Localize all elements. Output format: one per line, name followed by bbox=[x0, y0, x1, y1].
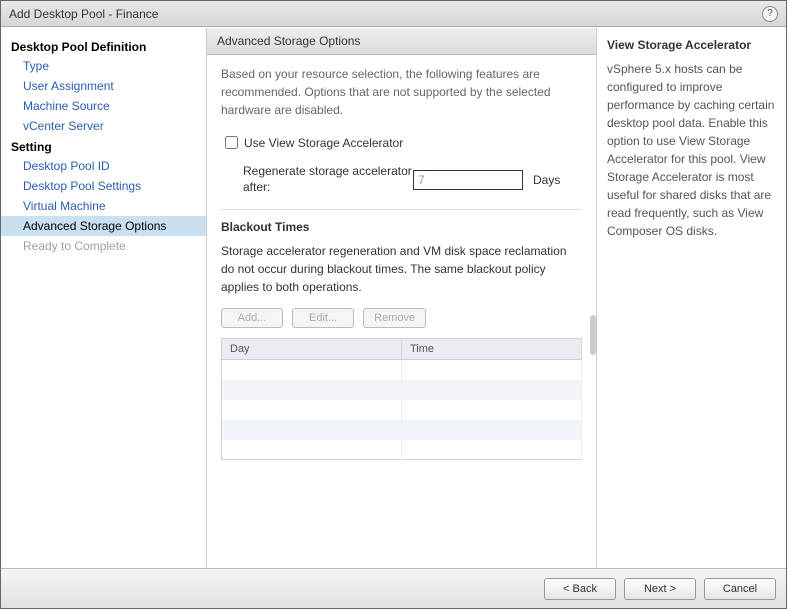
blackout-add-button[interactable]: Add... bbox=[221, 308, 283, 328]
table-row bbox=[222, 400, 582, 420]
blackout-col-time[interactable]: Time bbox=[402, 339, 582, 360]
regenerate-unit: Days bbox=[533, 173, 560, 187]
center-content: Based on your resource selection, the fo… bbox=[207, 55, 596, 568]
separator bbox=[221, 209, 582, 210]
table-row bbox=[222, 440, 582, 460]
info-panel: View Storage Accelerator vSphere 5.x hos… bbox=[596, 28, 786, 568]
intro-text: Based on your resource selection, the fo… bbox=[221, 65, 582, 119]
back-button[interactable]: < Back bbox=[544, 578, 616, 600]
sidebar-item-virtual-machine[interactable]: Virtual Machine bbox=[1, 196, 206, 216]
use-view-storage-accelerator-checkbox[interactable] bbox=[225, 136, 238, 149]
main-area: Advanced Storage Options Based on your r… bbox=[206, 28, 786, 568]
sidebar-item-ready-to-complete: Ready to Complete bbox=[1, 236, 206, 256]
center-column: Advanced Storage Options Based on your r… bbox=[207, 28, 596, 568]
cancel-button[interactable]: Cancel bbox=[704, 578, 776, 600]
footer: < Back Next > Cancel bbox=[1, 568, 786, 608]
use-view-storage-accelerator-label: Use View Storage Accelerator bbox=[244, 136, 403, 150]
blackout-desc: Storage accelerator regeneration and VM … bbox=[221, 242, 582, 296]
help-icon[interactable]: ? bbox=[762, 6, 778, 22]
use-view-storage-accelerator-row[interactable]: Use View Storage Accelerator bbox=[221, 133, 582, 152]
sidebar-item-user-assignment[interactable]: User Assignment bbox=[1, 76, 206, 96]
window-title: Add Desktop Pool - Finance bbox=[9, 7, 762, 21]
table-row bbox=[222, 360, 582, 380]
blackout-button-row: Add... Edit... Remove bbox=[221, 308, 582, 328]
regenerate-days-input[interactable] bbox=[413, 170, 523, 190]
sidebar-item-type[interactable]: Type bbox=[1, 56, 206, 76]
sidebar-item-machine-source[interactable]: Machine Source bbox=[1, 96, 206, 116]
titlebar: Add Desktop Pool - Finance ? bbox=[1, 1, 786, 27]
section-header: Advanced Storage Options bbox=[207, 28, 596, 55]
sidebar-item-desktop-pool-settings[interactable]: Desktop Pool Settings bbox=[1, 176, 206, 196]
dialog-body: Desktop Pool Definition Type User Assign… bbox=[1, 27, 786, 568]
sidebar-group-header: Desktop Pool Definition bbox=[1, 36, 206, 56]
blackout-col-day[interactable]: Day bbox=[222, 339, 402, 360]
sidebar-item-vcenter-server[interactable]: vCenter Server bbox=[1, 116, 206, 136]
blackout-table: Day Time bbox=[221, 338, 582, 460]
sidebar-item-advanced-storage-options[interactable]: Advanced Storage Options bbox=[1, 216, 206, 236]
next-button[interactable]: Next > bbox=[624, 578, 696, 600]
table-row bbox=[222, 420, 582, 440]
dialog-window: Add Desktop Pool - Finance ? Desktop Poo… bbox=[0, 0, 787, 609]
regenerate-row: Regenerate storage accelerator after: Da… bbox=[221, 164, 582, 195]
sidebar-group-header: Setting bbox=[1, 136, 206, 156]
blackout-title: Blackout Times bbox=[221, 220, 582, 234]
wizard-sidebar: Desktop Pool Definition Type User Assign… bbox=[1, 28, 206, 568]
scrollbar-thumb-icon[interactable] bbox=[590, 315, 596, 355]
regenerate-label: Regenerate storage accelerator after: bbox=[243, 164, 413, 195]
blackout-remove-button[interactable]: Remove bbox=[363, 308, 426, 328]
sidebar-item-desktop-pool-id[interactable]: Desktop Pool ID bbox=[1, 156, 206, 176]
info-title: View Storage Accelerator bbox=[607, 38, 776, 52]
table-row bbox=[222, 380, 582, 400]
blackout-edit-button[interactable]: Edit... bbox=[292, 308, 354, 328]
info-body: vSphere 5.x hosts can be configured to i… bbox=[607, 60, 776, 240]
